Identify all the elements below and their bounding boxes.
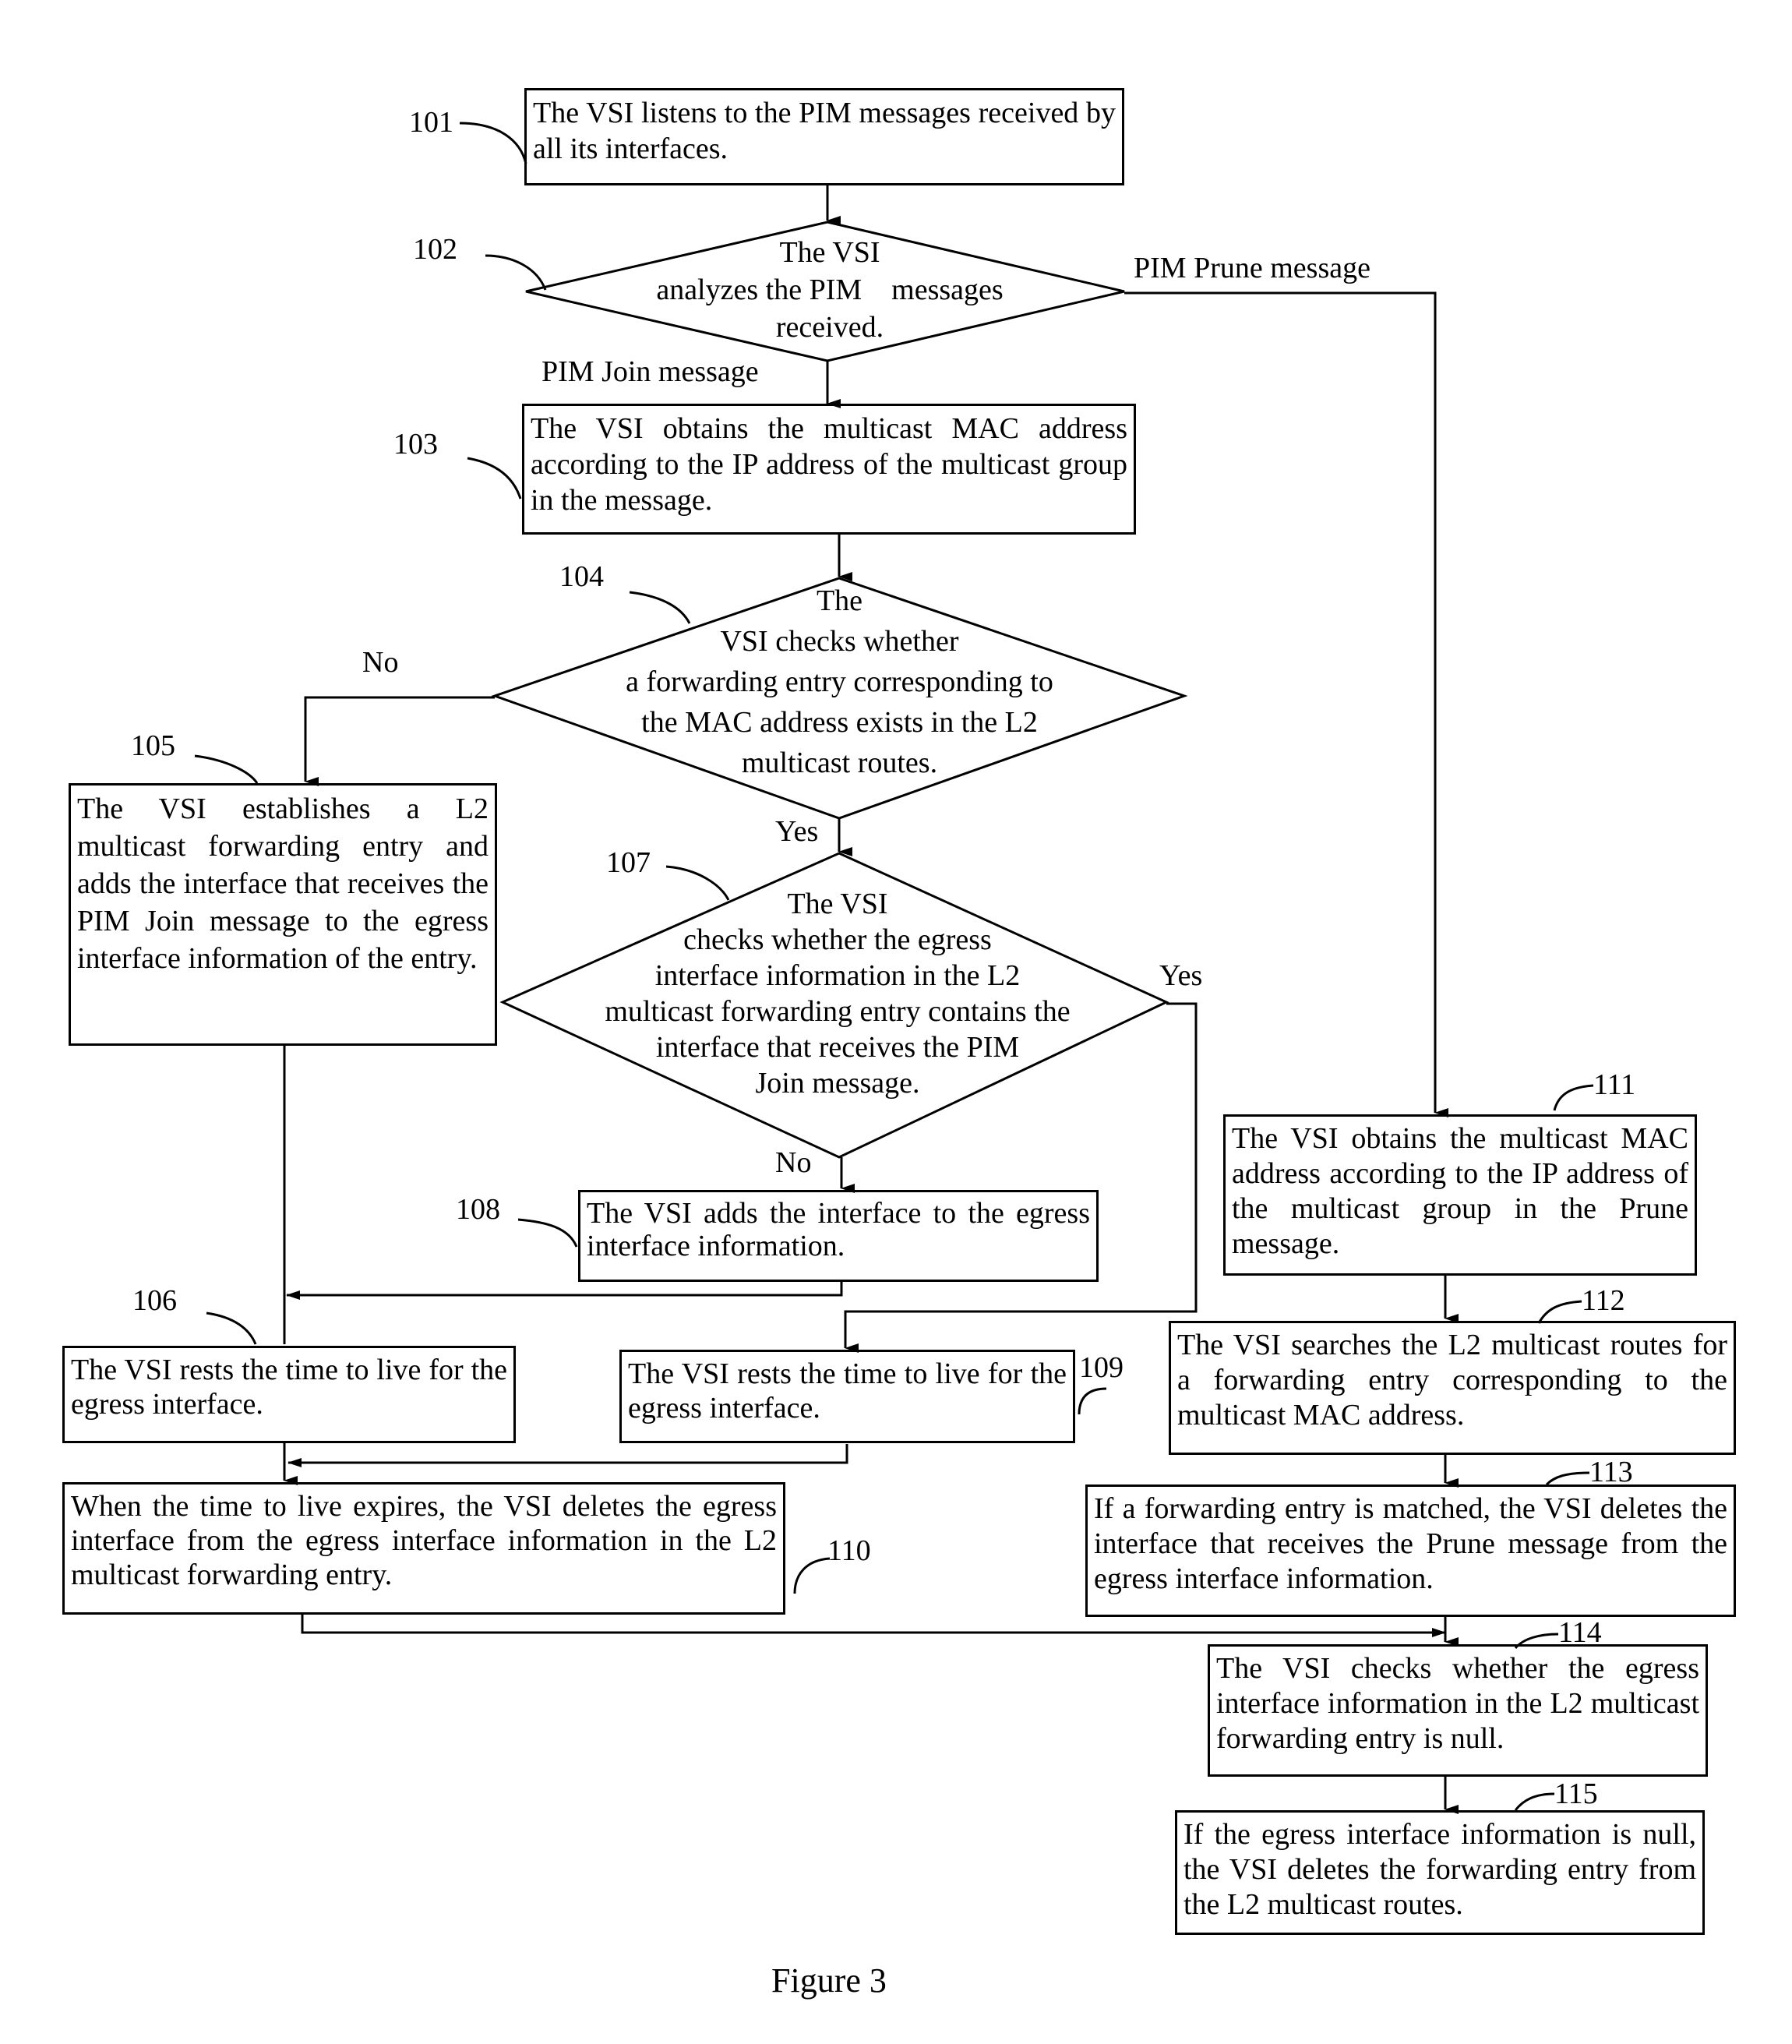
process-box-115: If the egress interface information is n… (1175, 1810, 1705, 1935)
process-box-114: The VSI checks whether the egress interf… (1208, 1644, 1708, 1777)
process-box-105: The VSI establishes a L2 multicast forwa… (69, 783, 497, 1046)
step-number-107: 107 (606, 846, 651, 879)
process-box-108: The VSI adds the interface to the egress… (578, 1190, 1099, 1282)
decision-text-104: The VSI checks whether a forwarding entr… (577, 581, 1102, 783)
process-box-111: The VSI obtains the multicast MAC addres… (1223, 1114, 1697, 1276)
process-box-106: The VSI rests the time to live for the e… (62, 1346, 516, 1443)
edge-label-yes-104: Yes (775, 815, 819, 848)
line: multicast routes. (741, 747, 938, 779)
figure-caption: Figure 3 (771, 1961, 887, 2000)
line: The VSI (779, 236, 880, 269)
step-number-115: 115 (1554, 1777, 1598, 1810)
edge-label-no-107: No (775, 1146, 812, 1179)
process-box-109: The VSI rests the time to live for the e… (619, 1350, 1075, 1443)
process-box-110: When the time to live expires, the VSI d… (62, 1482, 785, 1615)
decision-text-107: The VSI checks whether the egress interf… (565, 886, 1110, 1101)
edge-label-no-104: No (362, 646, 399, 679)
line: The (816, 584, 863, 617)
line: received. (775, 311, 884, 344)
step-number-106: 106 (132, 1284, 177, 1317)
process-box-112: The VSI searches the L2 multicast routes… (1169, 1321, 1736, 1455)
line: a forwarding entry corresponding to (626, 665, 1053, 698)
process-box-103: The VSI obtains the multicast MAC addres… (522, 404, 1136, 535)
step-number-109: 109 (1079, 1351, 1124, 1384)
line: The VSI (787, 888, 888, 920)
line: interface information in the L2 (654, 959, 1021, 992)
step-number-105: 105 (131, 729, 175, 762)
line: Join message. (755, 1067, 920, 1100)
step-number-111: 111 (1593, 1068, 1636, 1101)
decision-text-102: The VSI analyzes the PIM messages receiv… (561, 234, 1099, 346)
line: VSI checks whether (720, 625, 959, 658)
step-number-108: 108 (456, 1193, 500, 1226)
step-number-103: 103 (393, 428, 438, 461)
step-number-112: 112 (1582, 1284, 1625, 1317)
edge-label-join: PIM Join message (541, 355, 759, 388)
line: multicast forwarding entry contains the (605, 995, 1071, 1028)
step-number-102: 102 (413, 233, 457, 266)
line: checks whether the egress (683, 923, 992, 956)
line: the MAC address exists in the L2 (641, 706, 1038, 739)
edge-label-prune: PIM Prune message (1134, 252, 1370, 284)
step-number-110: 110 (827, 1534, 871, 1567)
line: interface that receives the PIM (655, 1031, 1020, 1064)
line: analyzes the PIM messages (656, 274, 1004, 306)
process-box-101: The VSI listens to the PIM messages rece… (524, 88, 1124, 185)
edge-label-yes-107: Yes (1159, 959, 1203, 992)
step-number-101: 101 (409, 106, 453, 139)
process-box-113: If a forwarding entry is matched, the VS… (1085, 1484, 1736, 1617)
